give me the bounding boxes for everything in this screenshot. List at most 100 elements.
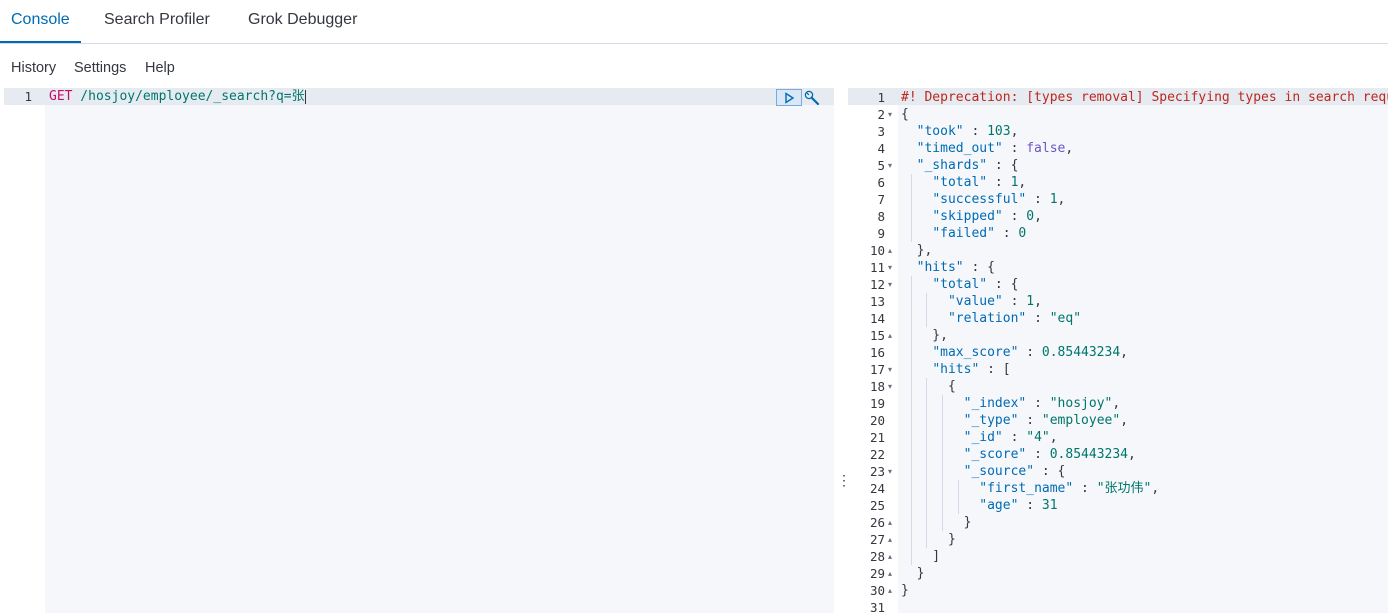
fold-expand-icon[interactable]: ▴	[888, 548, 892, 565]
request-gutter	[4, 88, 45, 613]
response-line-number: 27	[869, 532, 885, 547]
response-line-number: 17	[869, 362, 885, 377]
code-token: :	[1026, 396, 1050, 411]
code-token: ,	[1057, 192, 1066, 207]
response-line-number: 13	[869, 294, 885, 309]
text-cursor	[304, 89, 306, 104]
code-token: :	[994, 226, 1019, 241]
response-line-number: 30	[869, 583, 885, 598]
code-token: :	[1026, 192, 1050, 207]
code-token: :	[1026, 447, 1050, 462]
response-line: "first_name" : "张功伟",	[901, 480, 1159, 497]
code-token: "_id"	[963, 430, 1003, 445]
run-request-button[interactable]	[776, 89, 802, 106]
response-line: "max_score" : 0.85443234,	[901, 344, 1128, 361]
code-token: "hits"	[916, 260, 964, 275]
code-token: "successful"	[932, 192, 1027, 207]
code-token: false	[1026, 141, 1066, 156]
tab-grok-debugger[interactable]: Grok Debugger	[248, 0, 357, 43]
tab-console[interactable]: Console	[0, 0, 81, 43]
menu-history[interactable]: History	[11, 60, 56, 76]
request-line[interactable]: GET /hosjoy/employee/_search?q=张	[49, 88, 306, 105]
fold-expand-icon[interactable]: ▴	[888, 565, 892, 582]
menu-settings[interactable]: Settings	[74, 60, 126, 76]
code-token: }	[901, 515, 972, 530]
code-token: : [	[979, 362, 1011, 377]
response-line: "hits" : [	[901, 361, 1011, 378]
code-token: "4"	[1026, 430, 1050, 445]
response-line-number: 9	[877, 226, 885, 241]
fold-collapse-icon[interactable]: ▾	[888, 276, 892, 293]
fold-collapse-icon[interactable]: ▾	[888, 378, 892, 395]
response-line: "skipped" : 0,	[901, 208, 1042, 225]
response-line-number: 15	[869, 328, 885, 343]
response-line-number: 26	[869, 515, 885, 530]
response-line: #! Deprecation: [types removal] Specifyi…	[901, 89, 1388, 106]
code-token: ,	[1010, 124, 1019, 139]
top-tabs: Console Search Profiler Grok Debugger	[0, 0, 1388, 44]
code-token: ,	[1034, 294, 1042, 309]
menu-help[interactable]: Help	[145, 60, 175, 76]
code-token: "hits"	[932, 362, 980, 377]
fold-collapse-icon[interactable]: ▾	[888, 259, 892, 276]
response-line: "relation" : "eq"	[901, 310, 1081, 327]
request-method: GET	[49, 89, 73, 104]
code-token: 1	[1049, 192, 1058, 207]
code-token: "_score"	[963, 447, 1027, 462]
panel-resizer[interactable]: ⋮	[835, 88, 851, 613]
response-line: },	[901, 327, 948, 344]
response-line: "value" : 1,	[901, 293, 1042, 310]
response-line-number: 16	[869, 345, 885, 360]
fold-expand-icon[interactable]: ▴	[888, 514, 892, 531]
response-line: },	[901, 242, 933, 259]
fold-expand-icon[interactable]: ▴	[888, 242, 892, 259]
request-line-number: 1	[24, 89, 32, 104]
response-line: }	[901, 531, 956, 548]
fold-expand-icon[interactable]: ▴	[888, 531, 892, 548]
request-editor[interactable]: 1 GET /hosjoy/employee/_search?q=张	[4, 88, 834, 613]
response-line: "timed_out" : false,	[901, 140, 1074, 157]
code-token: "timed_out"	[916, 141, 1003, 156]
code-token: }	[901, 566, 925, 581]
response-line: "failed" : 0	[901, 225, 1026, 242]
fold-collapse-icon[interactable]: ▾	[888, 361, 892, 378]
response-line-number: 22	[869, 447, 885, 462]
response-line-number: 31	[869, 600, 885, 613]
code-token: ]	[901, 549, 941, 564]
response-line-number: 5	[877, 158, 885, 173]
fold-collapse-icon[interactable]: ▾	[888, 157, 892, 174]
code-token: "value"	[947, 294, 1003, 309]
fold-expand-icon[interactable]: ▴	[888, 327, 892, 344]
code-token: 31	[1041, 498, 1058, 513]
code-token: :	[987, 175, 1011, 190]
code-token: :	[1002, 430, 1027, 445]
response-line: "took" : 103,	[901, 123, 1019, 140]
wrench-icon	[804, 90, 820, 106]
request-url: /hosjoy/employee/_search?q=张	[72, 89, 305, 104]
response-line-number: 1	[877, 90, 885, 105]
response-line: {	[901, 106, 909, 123]
code-token: 0	[1018, 226, 1027, 241]
code-token: "_shards"	[916, 158, 988, 173]
code-token: "first_name"	[979, 481, 1074, 496]
request-settings-button[interactable]	[803, 89, 821, 107]
code-token: "hosjoy"	[1049, 396, 1113, 411]
response-line: "age" : 31	[901, 497, 1058, 514]
fold-collapse-icon[interactable]: ▾	[888, 106, 892, 123]
response-line: ]	[901, 548, 940, 565]
fold-collapse-icon[interactable]: ▾	[888, 463, 892, 480]
tab-search-profiler[interactable]: Search Profiler	[104, 0, 210, 43]
code-token: },	[901, 328, 948, 343]
response-line-number: 2	[877, 107, 885, 122]
fold-expand-icon[interactable]: ▴	[888, 582, 892, 599]
response-line: "total" : 1,	[901, 174, 1026, 191]
